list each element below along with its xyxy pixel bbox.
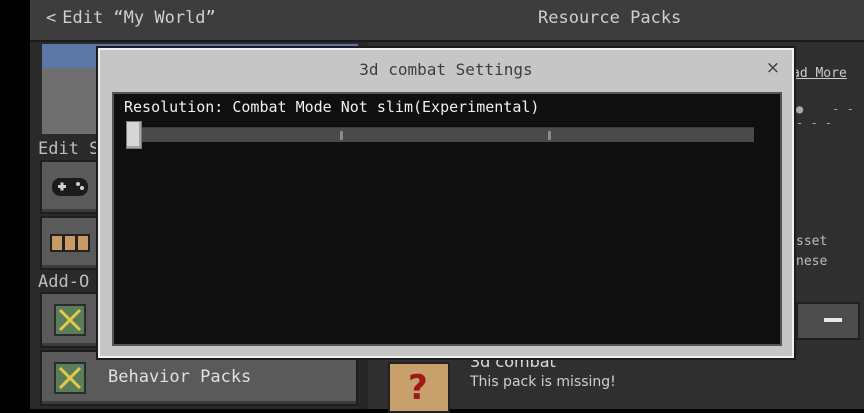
minus-icon <box>824 318 842 322</box>
description-line: nese <box>796 254 828 269</box>
back-button[interactable]: < Edit “My World” <box>46 8 216 28</box>
chevron-left-icon: < <box>46 8 57 28</box>
gamepad-icon <box>52 178 88 196</box>
description-line: sset <box>796 234 828 249</box>
slider-track[interactable] <box>134 127 754 142</box>
pack-status: This pack is missing! <box>470 374 616 390</box>
behavior-packs-tab[interactable]: Behavior Packs <box>40 350 358 406</box>
multiplayer-icon <box>50 234 90 252</box>
slider-tick <box>340 131 343 140</box>
pack-info-icons: ● - - - - - <box>796 102 854 130</box>
setting-label: Resolution: Combat Mode Not slim(Experim… <box>124 98 540 116</box>
addons-label: Add-O <box>38 272 90 292</box>
slider-tick <box>548 131 551 140</box>
missing-pack-icon: ? <box>388 362 450 413</box>
question-mark-icon: ? <box>408 368 428 408</box>
controller-settings-button[interactable] <box>40 160 100 214</box>
close-icon[interactable]: × <box>766 58 780 78</box>
settings-panel: Resolution: Combat Mode Not slim(Experim… <box>112 92 782 346</box>
pack-icon <box>54 362 86 394</box>
remove-pack-button[interactable] <box>796 302 860 340</box>
behavior-packs-label: Behavior Packs <box>108 367 252 387</box>
slider-handle[interactable] <box>126 121 142 149</box>
dialog-title: 3d combat Settings <box>359 60 533 79</box>
settings-dialog: 3d combat Settings × Resolution: Combat … <box>98 48 794 358</box>
read-more-link[interactable]: ad More <box>792 66 847 81</box>
pack-icon <box>54 304 86 336</box>
pack-description: sset nese <box>796 232 827 272</box>
back-label: Edit “My World” <box>62 8 216 28</box>
top-bar: < Edit “My World” Resource Packs <box>30 0 864 42</box>
page-title: Resource Packs <box>538 8 682 28</box>
world-settings-button[interactable] <box>40 216 100 270</box>
